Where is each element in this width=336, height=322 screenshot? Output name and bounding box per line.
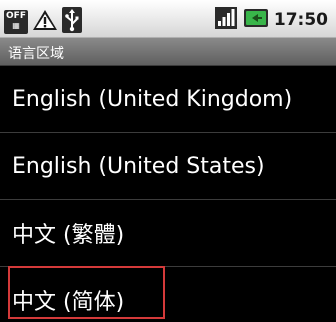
locale-item-en-us[interactable]: English (United States) [0, 133, 336, 199]
locale-item-en-gb[interactable]: English (United Kingdom) [0, 66, 336, 132]
locale-item-zh-tw[interactable]: 中文 (繁體) [0, 200, 336, 266]
title-bar: 语言区域 [0, 38, 336, 66]
battery-icon [243, 7, 269, 33]
signal-icon [214, 6, 238, 34]
usb-icon [62, 7, 82, 37]
clock: 17:50 [273, 10, 328, 30]
status-bar: OFF ▦ 17:50 [0, 0, 336, 38]
system-icons: 17:50 [214, 6, 328, 34]
page-title: 语言区域 [8, 46, 64, 62]
usb-debug-icon-text: OFF [6, 11, 26, 21]
locale-item-zh-cn[interactable]: 中文 (简体) [0, 267, 336, 322]
notification-icons: OFF ▦ [4, 7, 82, 37]
locale-label: 中文 (繁體) [12, 223, 125, 248]
usb-debugging-icon: OFF ▦ [4, 10, 28, 34]
locale-label: 中文 (简体) [12, 290, 125, 315]
warning-icon [32, 8, 58, 36]
locale-label: English (United States) [12, 153, 265, 179]
locale-label: English (United Kingdom) [12, 86, 293, 112]
